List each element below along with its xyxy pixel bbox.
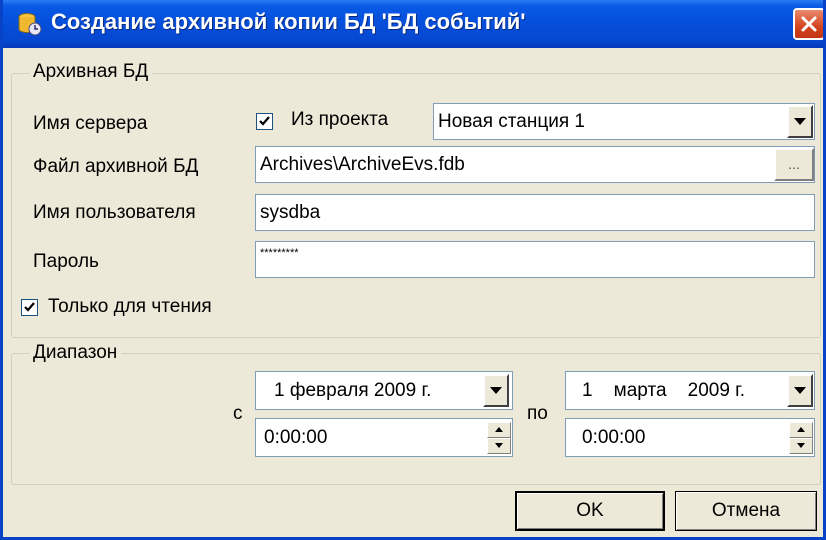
browse-button[interactable]: ... — [774, 148, 814, 181]
close-button[interactable] — [793, 8, 823, 40]
spin-down-button[interactable] — [487, 438, 511, 454]
to-date-picker[interactable]: 1 марта 2009 г. — [565, 371, 815, 410]
arrow-up-icon — [797, 427, 805, 432]
from-time-spinner[interactable] — [487, 420, 511, 455]
spin-down-button[interactable] — [789, 438, 813, 454]
readonly-checkbox[interactable] — [21, 299, 38, 316]
dialog-window: Создание архивной копии БД 'БД событий' … — [0, 0, 826, 540]
server-select-value: Новая станция 1 — [438, 111, 585, 132]
from-time-input[interactable]: 0:00:00 — [255, 418, 513, 457]
from-date-value: 1 февраля 2009 г. — [274, 380, 432, 401]
archive-file-label: Файл архивной БД — [33, 156, 199, 177]
to-date-dropdown-button[interactable] — [787, 374, 813, 407]
from-project-checkbox[interactable] — [256, 113, 273, 130]
password-label: Пароль — [33, 251, 99, 272]
server-dropdown-button[interactable] — [787, 105, 813, 138]
range-legend: Диапазон — [29, 342, 122, 364]
password-value: ********* — [260, 247, 299, 259]
to-date-value: 1 марта 2009 г. — [582, 380, 746, 401]
from-time-value: 0:00:00 — [264, 427, 328, 448]
username-label: Имя пользователя — [33, 202, 196, 223]
from-date-dropdown-button[interactable] — [483, 374, 509, 407]
from-project-label[interactable]: Из проекта — [291, 109, 388, 131]
to-time-spinner[interactable] — [789, 420, 813, 455]
username-value: sysdba — [260, 202, 321, 223]
chevron-down-icon — [794, 387, 806, 394]
window-title: Создание архивной копии БД 'БД событий' — [51, 9, 526, 34]
arrow-down-icon — [797, 443, 805, 448]
range-from-label: с — [233, 403, 243, 424]
chevron-down-icon — [794, 118, 806, 125]
checkmark-icon — [259, 116, 270, 126]
readonly-label[interactable]: Только для чтения — [48, 296, 212, 318]
archive-file-input[interactable]: Archives\ArchiveEvs.fdb — [255, 146, 815, 183]
to-time-input[interactable]: 0:00:00 — [565, 418, 815, 457]
to-time-value: 0:00:00 — [582, 427, 646, 448]
range-to-label: по — [527, 403, 548, 424]
database-icon — [18, 13, 42, 36]
server-name-label: Имя сервера — [33, 113, 148, 134]
arrow-up-icon — [495, 427, 503, 432]
archive-file-value: Archives\ArchiveEvs.fdb — [260, 154, 465, 175]
from-date-picker[interactable]: 1 февраля 2009 г. — [255, 371, 513, 410]
cancel-button[interactable]: Отмена — [675, 491, 817, 531]
username-input[interactable]: sysdba — [255, 194, 815, 231]
spin-up-button[interactable] — [487, 422, 511, 438]
title-bar[interactable]: Создание архивной копии БД 'БД событий' — [3, 0, 823, 48]
checkmark-icon — [24, 302, 35, 312]
close-icon — [801, 16, 817, 32]
password-input[interactable]: ********* — [255, 241, 815, 278]
dialog-content: Архивная БД Имя сервера Из проекта Новая… — [3, 48, 823, 537]
arrow-down-icon — [495, 443, 503, 448]
server-select[interactable]: Новая станция 1 — [433, 103, 815, 140]
chevron-down-icon — [490, 387, 502, 394]
ok-button[interactable]: OK — [515, 491, 665, 531]
archive-db-legend: Архивная БД — [29, 61, 153, 83]
spin-up-button[interactable] — [789, 422, 813, 438]
